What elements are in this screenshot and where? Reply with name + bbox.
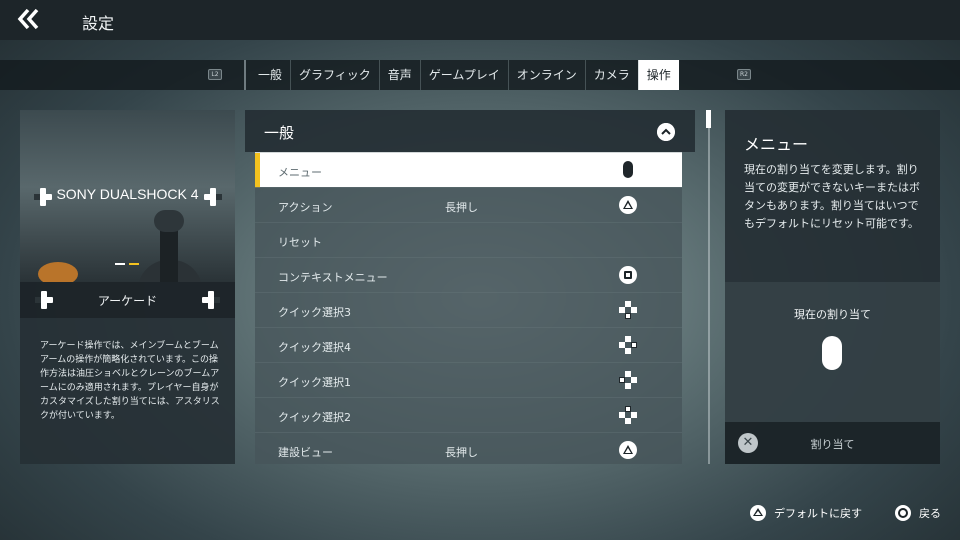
- section-header[interactable]: 一般: [245, 110, 695, 152]
- tab-general[interactable]: 一般: [250, 60, 290, 90]
- preset-description: アーケード操作では、メインブームとブームアームの操作が簡略化されています。この操…: [40, 341, 220, 421]
- tab-audio[interactable]: 音声: [378, 60, 420, 90]
- bindings-list: メニュー アクション 長押し リセット コンテキストメニュー クイック選択3 ク…: [255, 152, 682, 464]
- binding-label: アクション: [278, 201, 333, 214]
- section-title: 一般: [264, 124, 295, 142]
- back-label: 戻る: [919, 507, 941, 520]
- scrollbar-thumb[interactable]: [706, 110, 711, 128]
- page-dot-active: [129, 263, 139, 265]
- triangle-button-icon: [619, 441, 637, 459]
- info-title: メニュー: [744, 135, 809, 154]
- binding-row-quick-select-1[interactable]: クイック選択1: [255, 362, 682, 397]
- dpad-next-preset-icon[interactable]: [202, 291, 220, 309]
- triangle-button-icon: [750, 505, 766, 521]
- binding-row-quick-select-3[interactable]: クイック選択3: [255, 292, 682, 327]
- dpad-up-icon: [619, 406, 637, 424]
- chevron-up-icon[interactable]: [657, 123, 675, 141]
- double-chevron-left-icon[interactable]: [16, 8, 42, 30]
- tab-graphics[interactable]: グラフィック: [290, 60, 379, 90]
- scrollbar-track[interactable]: [708, 110, 710, 464]
- back-hint[interactable]: 戻る: [895, 504, 941, 522]
- dpad-left-icon: [619, 371, 637, 389]
- bindings-panel: 一般 メニュー アクション 長押し リセット コンテキストメニュー クイック選択…: [245, 110, 695, 464]
- background-object: [38, 262, 78, 282]
- tab-gameplay[interactable]: ゲームプレイ: [419, 60, 508, 90]
- page-title: 設定: [82, 14, 115, 33]
- square-button-icon: [619, 266, 637, 284]
- binding-label: クイック選択1: [278, 376, 351, 389]
- info-panel: メニュー 現在の割り当てを変更します。割り当ての変更ができないキーまたはボタンも…: [725, 110, 940, 464]
- assign-label: 割り当て: [810, 438, 855, 451]
- r2-shoulder-icon[interactable]: R2: [737, 69, 751, 80]
- binding-row-quick-select-4[interactable]: クイック選択4: [255, 327, 682, 362]
- tab-online[interactable]: オンライン: [507, 60, 585, 90]
- controller-preview-image: SONY DUALSHOCK 4: [20, 110, 235, 282]
- binding-label: クイック選択4: [278, 341, 351, 354]
- joystick-knob: [154, 210, 184, 232]
- triangle-button-icon: [619, 196, 637, 214]
- binding-label: コンテキストメニュー: [278, 271, 388, 284]
- dpad-next-device-icon[interactable]: [204, 188, 222, 206]
- reset-default-hint[interactable]: デフォルトに戻す: [750, 504, 862, 522]
- tab-divider: [244, 60, 246, 90]
- binding-label: メニュー: [278, 166, 322, 179]
- mouse-icon: [619, 161, 637, 179]
- binding-row-build-view[interactable]: 建設ビュー 長押し: [255, 432, 682, 464]
- binding-label: 建設ビュー: [278, 446, 333, 459]
- tab-bar: L2 一般 グラフィック 音声 ゲームプレイ オンライン カメラ 操作 R2: [0, 60, 960, 90]
- binding-modifier: 長押し: [445, 201, 478, 214]
- current-assignment: 現在の割り当て: [725, 282, 940, 422]
- controller-panel: SONY DUALSHOCK 4 アーケード アーケード操作では、メインブームと…: [20, 110, 235, 464]
- binding-label: クイック選択2: [278, 411, 351, 424]
- binding-modifier: 長押し: [445, 446, 478, 459]
- binding-row-menu[interactable]: メニュー: [255, 152, 682, 188]
- page-dot: [115, 263, 125, 265]
- circle-button-icon: [895, 505, 911, 521]
- binding-label: クイック選択3: [278, 306, 351, 319]
- binding-label: リセット: [278, 236, 322, 249]
- binding-row-reset[interactable]: リセット: [255, 222, 682, 257]
- current-assignment-label: 現在の割り当て: [794, 308, 871, 321]
- binding-row-quick-select-2[interactable]: クイック選択2: [255, 397, 682, 432]
- mouse-icon: [822, 336, 842, 370]
- device-name: SONY DUALSHOCK 4: [56, 186, 199, 202]
- l2-shoulder-icon[interactable]: L2: [208, 69, 222, 80]
- tab-camera[interactable]: カメラ: [584, 60, 638, 90]
- dpad-right-icon: [619, 336, 637, 354]
- tabs: 一般 グラフィック 音声 ゲームプレイ オンライン カメラ 操作: [250, 60, 679, 90]
- preset-selector[interactable]: アーケード: [20, 282, 235, 318]
- dpad-down-icon: [619, 301, 637, 319]
- assign-button[interactable]: ✕ 割り当て: [725, 422, 940, 464]
- tab-controls[interactable]: 操作: [637, 60, 679, 90]
- info-text: 現在の割り当てを変更します。割り当ての変更ができないキーまたはボタンもあります。…: [744, 163, 920, 230]
- top-bar: 設定: [0, 0, 960, 40]
- reset-default-label: デフォルトに戻す: [774, 507, 862, 520]
- binding-row-action[interactable]: アクション 長押し: [255, 187, 682, 222]
- binding-row-context-menu[interactable]: コンテキストメニュー: [255, 257, 682, 292]
